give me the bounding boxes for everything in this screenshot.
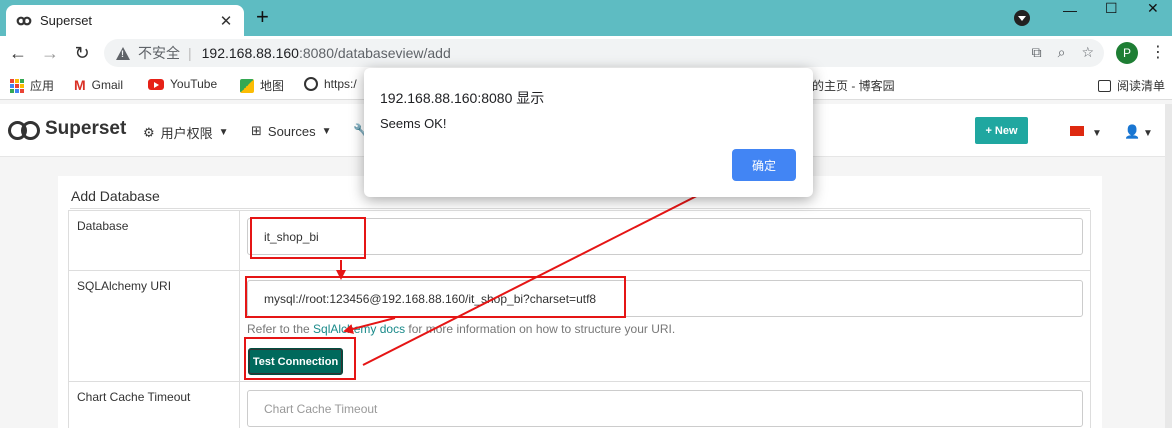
table-icon: ⊞ bbox=[251, 123, 262, 138]
chevron-down-icon: ▼ bbox=[218, 127, 229, 138]
brand-name: Superset bbox=[45, 118, 127, 139]
bookmark-maps[interactable]: 地图 bbox=[240, 77, 284, 94]
address-bar[interactable]: 不安全 | 192.168.88.160 :8080/databaseview/… bbox=[104, 39, 1104, 67]
tab-search-icon[interactable] bbox=[1014, 10, 1030, 26]
profile-avatar[interactable]: P bbox=[1116, 42, 1138, 64]
annotation-box-database bbox=[250, 217, 366, 259]
gmail-icon: M bbox=[74, 77, 86, 93]
dialog-ok-button[interactable]: 确定 bbox=[732, 149, 796, 181]
translate-icon[interactable]: ⧉ bbox=[1032, 44, 1042, 61]
bookmark-https[interactable]: https:/ bbox=[304, 77, 357, 91]
omnibox-actions: ⧉ ⌕ ☆ bbox=[1032, 44, 1094, 61]
help-prefix: Refer to the bbox=[247, 322, 314, 336]
menu-sources[interactable]: ⊞ Sources ▼ bbox=[251, 123, 332, 139]
close-window-icon[interactable]: ✕ bbox=[1147, 0, 1159, 16]
warning-icon[interactable] bbox=[116, 46, 130, 60]
bookmark-youtube[interactable]: YouTube bbox=[148, 77, 217, 91]
url-path: :8080/databaseview/add bbox=[298, 45, 451, 61]
language-flag-icon[interactable] bbox=[1070, 126, 1084, 136]
bookmark-gmail-label: Gmail bbox=[91, 78, 124, 92]
browser-tab[interactable]: Superset ✕ bbox=[6, 5, 244, 36]
superset-brand[interactable]: Superset bbox=[8, 118, 126, 140]
close-tab-icon[interactable]: ✕ bbox=[216, 12, 236, 30]
database-label: Database bbox=[68, 210, 240, 271]
maps-icon bbox=[240, 78, 254, 93]
new-tab-button[interactable]: + bbox=[256, 6, 269, 28]
browser-menu-icon[interactable]: ⋮ bbox=[1150, 42, 1166, 62]
bookmark-maps-label: 地图 bbox=[260, 79, 285, 93]
url-host: 192.168.88.160 bbox=[201, 45, 299, 61]
zoom-icon[interactable]: ⌕ bbox=[1058, 44, 1066, 61]
reading-list-label: 阅读清单 bbox=[1117, 79, 1166, 93]
dialog-title: 192.168.88.160:8080 显示 bbox=[380, 90, 545, 106]
tab-title: Superset bbox=[40, 13, 93, 28]
dialog-message: Seems OK! bbox=[380, 116, 447, 131]
plus-icon: + bbox=[985, 124, 992, 137]
reload-icon[interactable]: ↻ bbox=[70, 41, 94, 65]
bookmark-star-icon[interactable]: ☆ bbox=[1081, 44, 1094, 61]
page-scrollbar[interactable] bbox=[1165, 104, 1172, 428]
back-icon[interactable]: ← bbox=[6, 41, 30, 65]
cache-timeout-input[interactable]: Chart Cache Timeout bbox=[247, 390, 1083, 427]
apps-grid-icon bbox=[10, 78, 24, 93]
bookmark-https-label: https:/ bbox=[324, 77, 357, 91]
browser-tab-strip: Superset ✕ + — ☐ ✕ bbox=[0, 0, 1172, 36]
new-button-label: New bbox=[994, 124, 1018, 137]
insecure-label: 不安全 bbox=[138, 45, 180, 61]
superset-logo-icon bbox=[8, 120, 40, 140]
menu-sources-label: Sources bbox=[267, 123, 316, 139]
bookmark-youtube-label: YouTube bbox=[170, 77, 218, 91]
url-separator: | bbox=[188, 45, 192, 61]
bookmark-apps[interactable]: 应用 bbox=[10, 77, 54, 94]
annotation-box-test bbox=[244, 337, 356, 380]
database-name-input[interactable]: it_shop_bi bbox=[247, 218, 1083, 255]
sqlalchemy-docs-link[interactable]: SqlAlchemy docs bbox=[313, 322, 405, 336]
help-suffix: for more information on how to structure… bbox=[405, 322, 676, 336]
maximize-icon[interactable]: ☐ bbox=[1105, 0, 1118, 16]
panel-title: Add Database bbox=[71, 188, 160, 204]
browser-toolbar: ← → ↻ 不安全 | 192.168.88.160 :8080/databas… bbox=[0, 36, 1172, 70]
cache-timeout-label: Chart Cache Timeout bbox=[68, 381, 240, 428]
bookmark-gmail[interactable]: M Gmail bbox=[74, 77, 123, 93]
minimize-icon[interactable]: — bbox=[1063, 2, 1077, 18]
cogs-icon: ⚙ bbox=[143, 124, 155, 140]
bookmark-blog[interactable]: 的主页 - 博客园 bbox=[812, 77, 895, 94]
reading-list[interactable]: 阅读清单 bbox=[1098, 77, 1165, 94]
new-button[interactable]: + New bbox=[975, 117, 1028, 144]
bookmark-apps-label: 应用 bbox=[30, 79, 55, 93]
user-icon[interactable]: 👤 bbox=[1124, 124, 1140, 140]
chevron-down-icon: ▼ bbox=[321, 125, 332, 137]
uri-help-text: Refer to the SqlAlchemy docs for more in… bbox=[247, 322, 675, 336]
panel-divider bbox=[70, 208, 1090, 209]
chevron-down-icon[interactable]: ▼ bbox=[1092, 128, 1102, 139]
bookmark-blog-label: 的主页 - 博客园 bbox=[812, 79, 895, 93]
youtube-icon bbox=[148, 78, 164, 90]
menu-security[interactable]: ⚙ 用户权限 ▼ bbox=[143, 123, 229, 142]
reading-list-icon bbox=[1098, 79, 1111, 92]
globe-icon bbox=[304, 77, 318, 91]
forward-icon[interactable]: → bbox=[38, 41, 62, 65]
uri-label: SQLAlchemy URI bbox=[68, 270, 240, 382]
menu-security-label: 用户权限 bbox=[160, 126, 213, 141]
cache-timeout-placeholder: Chart Cache Timeout bbox=[264, 401, 378, 416]
annotation-box-uri bbox=[245, 276, 626, 318]
superset-favicon-icon bbox=[16, 16, 32, 25]
alert-dialog: 192.168.88.160:8080 显示 Seems OK! 确定 bbox=[364, 68, 813, 197]
chevron-down-icon[interactable]: ▼ bbox=[1143, 128, 1153, 139]
